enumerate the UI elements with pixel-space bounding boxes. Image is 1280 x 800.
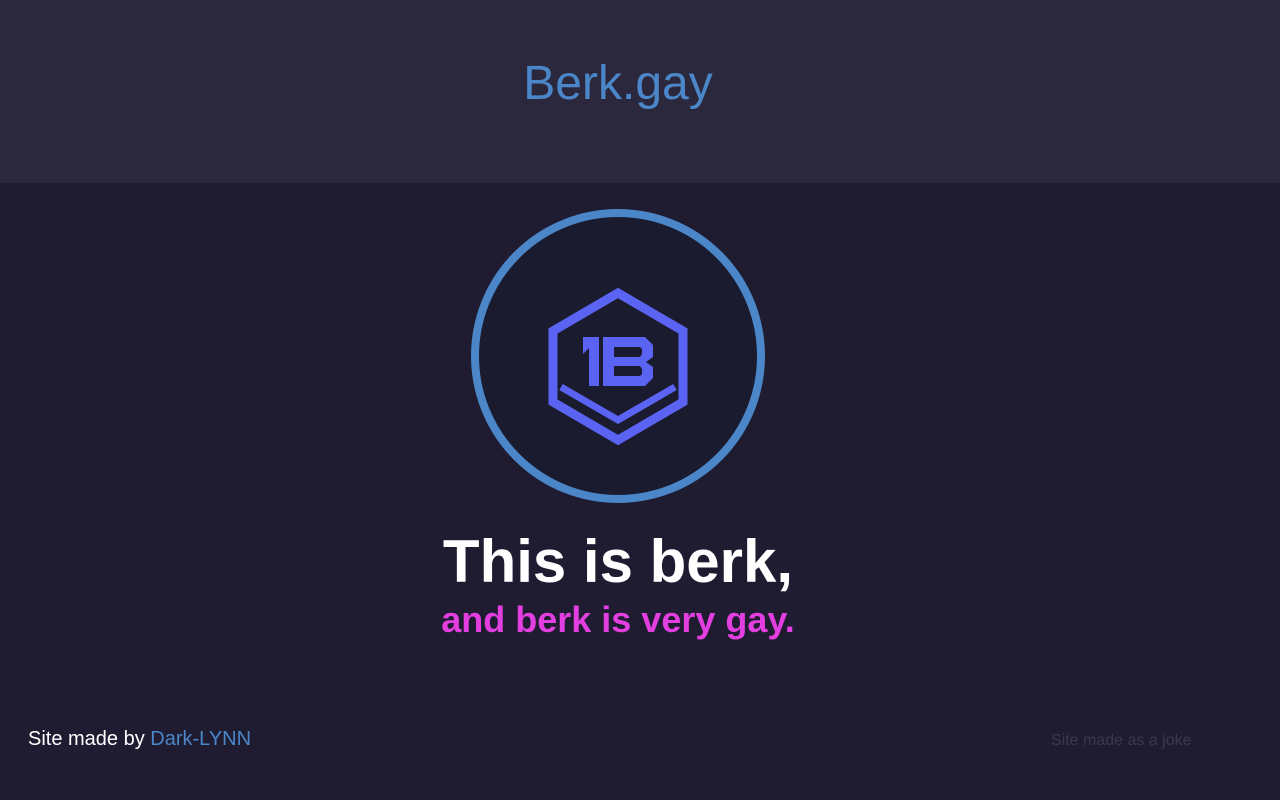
subline: and berk is very gay. — [441, 599, 795, 640]
footer-credit: Site made by Dark-LYNN — [28, 726, 251, 752]
credit-author-link[interactable]: Dark-LYNN — [150, 728, 251, 750]
berk-logo-icon — [548, 287, 688, 446]
avatar — [471, 209, 765, 503]
headline: This is berk, — [442, 528, 794, 595]
footer-note: Site made as a joke — [1051, 732, 1192, 749]
site-title-link[interactable]: Berk.gay — [0, 54, 1236, 114]
site-header: Berk.gay — [0, 0, 1280, 183]
credit-prefix: Site made by — [28, 728, 145, 750]
